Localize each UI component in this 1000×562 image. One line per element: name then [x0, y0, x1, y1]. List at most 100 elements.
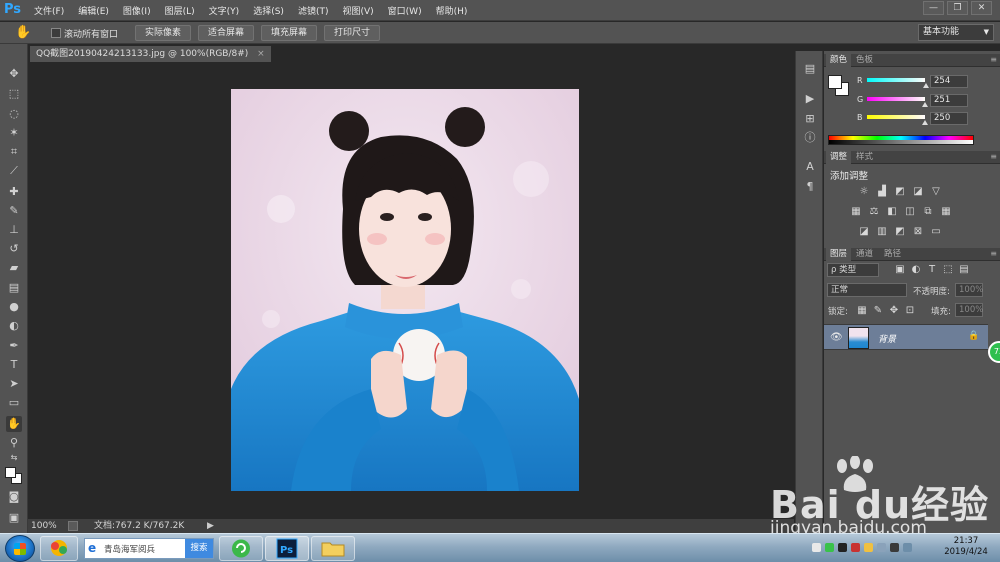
- channel-b-value[interactable]: 250: [930, 112, 968, 125]
- channel-b-knob[interactable]: [922, 120, 928, 125]
- hand-tool-icon[interactable]: ✋: [6, 416, 22, 432]
- gradient-map-icon[interactable]: ▭: [930, 226, 942, 238]
- menu-view[interactable]: 视图(V): [342, 4, 373, 17]
- swap-colors-icon[interactable]: ⇆: [6, 450, 22, 466]
- menu-select[interactable]: 选择(S): [253, 4, 284, 17]
- menu-type[interactable]: 文字(Y): [209, 4, 240, 17]
- channel-g-slider[interactable]: [867, 97, 925, 101]
- taskbar-search-box[interactable]: e 青岛海军阅兵 搜索: [84, 538, 214, 559]
- brightness-contrast-icon[interactable]: ☼: [858, 186, 870, 198]
- tray-network-icon[interactable]: [890, 543, 899, 552]
- filter-smart-icon[interactable]: ▤: [958, 264, 970, 276]
- menu-filter[interactable]: 滤镜(T): [298, 4, 329, 17]
- color-lookup-icon[interactable]: ▦: [940, 206, 952, 218]
- healing-brush-tool-icon[interactable]: ✚: [6, 184, 22, 200]
- channel-r-slider[interactable]: [867, 78, 925, 82]
- scroll-all-windows-checkbox[interactable]: [51, 28, 61, 38]
- actual-pixels-button[interactable]: 实际像素: [135, 25, 191, 41]
- path-selection-tool-icon[interactable]: ➤: [6, 376, 22, 392]
- status-arrow-icon[interactable]: ▶: [207, 519, 214, 533]
- brush-tool-icon[interactable]: ✎: [6, 203, 22, 219]
- photo-filter-icon[interactable]: ◫: [904, 206, 916, 218]
- taskbar-search-button[interactable]: 搜索: [185, 539, 213, 558]
- invert-icon[interactable]: ◪: [858, 226, 870, 238]
- rectangle-tool-icon[interactable]: ▭: [6, 395, 22, 411]
- tab-styles[interactable]: 样式: [852, 151, 877, 164]
- filter-shape-icon[interactable]: ⬚: [942, 264, 954, 276]
- type-tool-icon[interactable]: T: [6, 357, 22, 373]
- start-button[interactable]: [5, 535, 35, 562]
- status-menu-icon[interactable]: [68, 521, 78, 531]
- clone-stamp-tool-icon[interactable]: ⊥: [6, 222, 22, 238]
- screen-mode-icon[interactable]: ▣: [6, 510, 22, 526]
- tray-security-icon[interactable]: [851, 543, 860, 552]
- properties-panel-icon[interactable]: ⊞: [802, 111, 818, 127]
- tray-wechat-icon[interactable]: [825, 543, 834, 552]
- document-image[interactable]: [231, 89, 579, 491]
- menu-edit[interactable]: 编辑(E): [78, 4, 109, 17]
- minimize-button[interactable]: —: [923, 1, 944, 15]
- menu-image[interactable]: 图像(I): [123, 4, 151, 17]
- paragraph-panel-icon[interactable]: ¶: [802, 179, 818, 195]
- move-tool-icon[interactable]: ✥: [6, 66, 22, 82]
- close-button[interactable]: ✕: [971, 1, 992, 15]
- tab-channels[interactable]: 通道: [852, 248, 877, 261]
- posterize-icon[interactable]: ▥: [876, 226, 888, 238]
- channel-r-knob[interactable]: [923, 83, 929, 88]
- foreground-color-swatch[interactable]: [5, 467, 16, 478]
- actions-panel-icon[interactable]: ▶: [802, 91, 818, 107]
- panel-menu-icon[interactable]: ≡: [990, 249, 997, 258]
- channel-b-slider[interactable]: [867, 115, 925, 119]
- foreground-color-chip[interactable]: [828, 75, 842, 89]
- marquee-tool-icon[interactable]: ⬚: [6, 86, 22, 102]
- tray-app-icon[interactable]: [864, 543, 873, 552]
- selective-color-icon[interactable]: ⊠: [912, 226, 924, 238]
- zoom-level[interactable]: 100%: [31, 519, 57, 533]
- magic-wand-tool-icon[interactable]: ✶: [6, 125, 22, 141]
- restore-button[interactable]: ❐: [947, 1, 968, 15]
- opacity-field[interactable]: 100%: [955, 283, 983, 297]
- character-panel-icon[interactable]: A: [802, 159, 818, 175]
- fit-screen-button[interactable]: 适合屏幕: [198, 25, 254, 41]
- threshold-icon[interactable]: ◩: [894, 226, 906, 238]
- menu-help[interactable]: 帮助(H): [436, 4, 468, 17]
- zoom-tool-icon[interactable]: ⚲: [6, 435, 22, 451]
- tray-qq-icon[interactable]: [838, 543, 847, 552]
- lasso-tool-icon[interactable]: ◌: [6, 106, 22, 122]
- hand-tool-icon[interactable]: ✋: [15, 25, 31, 40]
- black-white-icon[interactable]: ◧: [886, 206, 898, 218]
- taskbar-app-refresh[interactable]: [219, 536, 263, 561]
- tab-paths[interactable]: 路径: [880, 248, 905, 261]
- tab-color[interactable]: 颜色: [826, 54, 852, 67]
- menu-layer[interactable]: 图层(L): [165, 4, 195, 17]
- history-panel-icon[interactable]: ▤: [802, 61, 818, 77]
- menu-file[interactable]: 文件(F): [34, 4, 64, 17]
- color-spectrum-bar[interactable]: [828, 135, 974, 145]
- curves-icon[interactable]: ◩: [894, 186, 906, 198]
- channel-r-value[interactable]: 254: [930, 75, 968, 88]
- tab-adjustments[interactable]: 调整: [826, 151, 852, 164]
- taskbar-app-browser[interactable]: [40, 536, 78, 561]
- levels-icon[interactable]: ▟: [876, 186, 888, 198]
- print-size-button[interactable]: 打印尺寸: [324, 25, 380, 41]
- taskbar-app-explorer[interactable]: [311, 536, 355, 561]
- close-icon[interactable]: ×: [257, 49, 265, 59]
- filter-pixel-icon[interactable]: ▣: [894, 264, 906, 276]
- channel-g-value[interactable]: 251: [930, 94, 968, 107]
- channel-mixer-icon[interactable]: ⧉: [922, 206, 934, 218]
- history-brush-tool-icon[interactable]: ↺: [6, 241, 22, 257]
- panel-menu-icon[interactable]: ≡: [990, 152, 997, 161]
- side-badge[interactable]: 73: [988, 341, 1000, 363]
- eraser-tool-icon[interactable]: ▰: [6, 260, 22, 276]
- taskbar-search-text[interactable]: 青岛海军阅兵: [104, 543, 155, 555]
- blend-mode-select[interactable]: 正常: [827, 283, 907, 297]
- lock-all-icon[interactable]: ⊡: [904, 305, 916, 317]
- channel-g-knob[interactable]: [922, 102, 928, 107]
- document-tab[interactable]: QQ截图20190424213133.jpg @ 100%(RGB/8#) ×: [30, 46, 271, 62]
- exposure-icon[interactable]: ◪: [912, 186, 924, 198]
- tab-layers[interactable]: 图层: [826, 248, 852, 261]
- layer-row-background[interactable]: 👁 背景 🔒: [824, 324, 988, 350]
- panel-menu-icon[interactable]: ≡: [990, 55, 997, 64]
- workspace-select[interactable]: 基本功能 ▼: [918, 24, 994, 41]
- blur-tool-icon[interactable]: ●: [6, 299, 22, 315]
